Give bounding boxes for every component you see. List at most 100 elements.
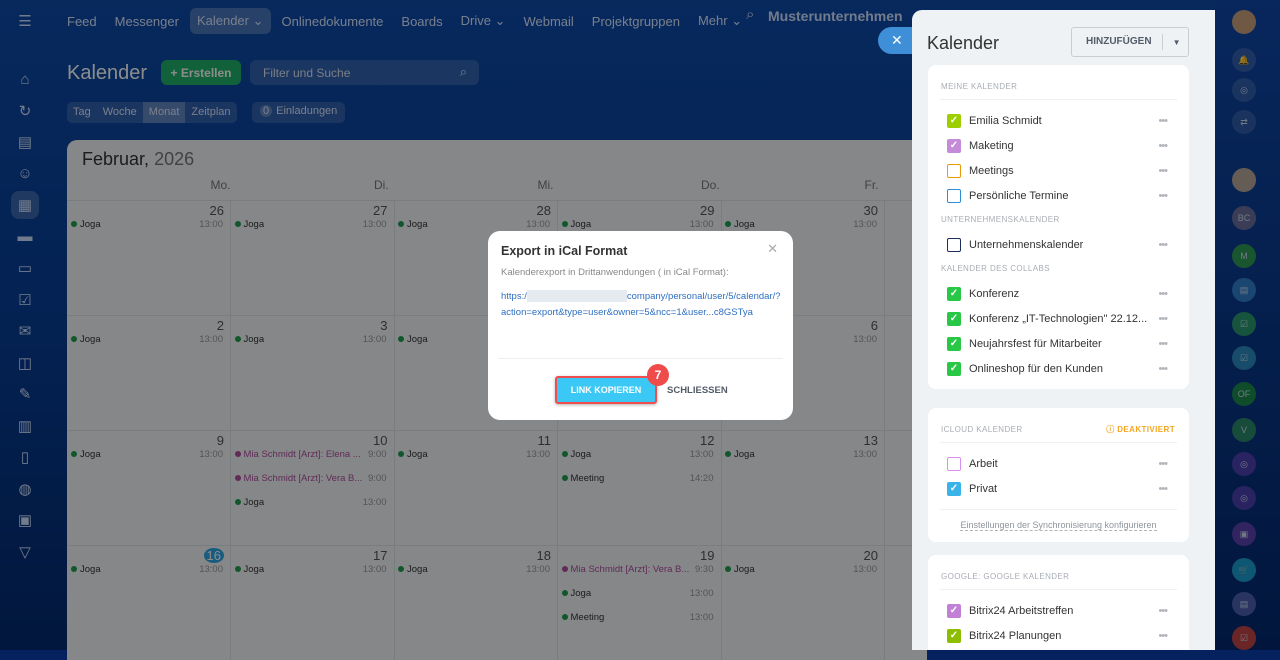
menu-icon[interactable]: ☰ xyxy=(11,7,39,35)
chat-doc-icon[interactable]: ▣ xyxy=(1232,522,1256,546)
day-cell[interactable]: 3 Joga 13:00 xyxy=(230,315,395,430)
more-options-icon[interactable]: ••• xyxy=(1158,483,1168,495)
chat-task3-icon[interactable]: ☑ xyxy=(1232,626,1256,650)
calendar-item[interactable]: ✓ Konferenz ••• xyxy=(928,281,1189,306)
tab-month[interactable]: Monat xyxy=(142,102,186,123)
calendar-checkbox[interactable]: ✓ xyxy=(947,603,961,618)
more-options-icon[interactable]: ••• xyxy=(1158,239,1168,251)
event-item[interactable]: Joga 13:00 xyxy=(561,219,714,230)
calendar-checkbox[interactable] xyxy=(947,188,961,203)
chat-card2-icon[interactable]: ▤ xyxy=(1232,592,1256,616)
event-item[interactable]: Joga 13:00 xyxy=(234,334,387,345)
search-icon[interactable]: ⌕ xyxy=(746,6,754,23)
calendar-item[interactable]: ✓ Privat ••• xyxy=(928,476,1189,501)
calendar-checkbox[interactable]: ✓ xyxy=(947,113,961,128)
chat-copilot2-icon[interactable]: ◎ xyxy=(1232,486,1256,510)
calendar-item[interactable]: ✓ Bitrix24 Planungen ••• xyxy=(928,623,1189,648)
home-icon[interactable]: ⌂ xyxy=(11,65,39,93)
calendar-item[interactable]: ✓ Emilia Schmidt ••• xyxy=(928,108,1189,133)
tab-schedule[interactable]: Zeitplan xyxy=(185,102,236,123)
more-options-icon[interactable]: ••• xyxy=(1158,288,1168,300)
calendar-checkbox[interactable]: ✓ xyxy=(947,481,961,496)
company-name[interactable]: Musterunternehmen xyxy=(768,8,903,24)
filter-search-input[interactable]: Filter und Suche ⌕ xyxy=(250,60,479,85)
sync-settings-link[interactable]: Einstellungen der Synchronisierung konfi… xyxy=(960,520,1157,531)
event-item[interactable]: Joga 13:00 xyxy=(71,334,223,345)
chat-task-icon[interactable]: ☑ xyxy=(1232,312,1256,336)
calendar-item[interactable]: ✓ Bitrix24 Arbeitstreffen ••• xyxy=(928,598,1189,623)
contacts-icon[interactable]: ☺ xyxy=(11,160,39,188)
more-options-icon[interactable]: ••• xyxy=(1158,458,1168,470)
calendar-item[interactable]: ✓ Maketing ••• xyxy=(928,133,1189,158)
more-options-icon[interactable]: ••• xyxy=(1158,313,1168,325)
store-icon[interactable]: ▥ xyxy=(11,412,39,440)
event-item[interactable]: Joga 13:00 xyxy=(725,564,877,575)
more-options-icon[interactable]: ••• xyxy=(1158,363,1168,375)
calendar-item[interactable]: Unternehmenskalender ••• xyxy=(928,232,1189,257)
event-item[interactable]: Meeting 13:00 xyxy=(561,612,714,623)
event-item[interactable]: Joga 13:00 xyxy=(398,564,550,575)
chat-copilot-icon[interactable]: ◎ xyxy=(1232,452,1256,476)
copilot-icon[interactable]: ◎ xyxy=(1232,78,1256,102)
nav-item[interactable]: Boards xyxy=(394,9,449,34)
event-item[interactable]: Mia Schmidt [Arzt]: Elena ... 9:00 xyxy=(234,449,387,460)
status-deactivated[interactable]: ⓘ DEAKTIVIERT xyxy=(1106,418,1175,442)
add-calendar-button[interactable]: HINZUFÜGEN ▼ xyxy=(1071,27,1189,57)
event-item[interactable]: Joga 13:00 xyxy=(234,219,387,230)
calendar-checkbox[interactable]: ✓ xyxy=(947,628,961,643)
ical-url-link[interactable]: https:/company/personal/user/5/calendar/… xyxy=(501,289,783,321)
nav-item[interactable]: Feed xyxy=(60,9,104,34)
day-cell[interactable]: 2 Joga 13:00 xyxy=(67,315,231,430)
chat-of[interactable]: OF xyxy=(1232,382,1256,406)
nav-item[interactable]: Drive ⌄ xyxy=(454,8,513,34)
nav-item[interactable]: Projektgruppen xyxy=(585,9,687,34)
board-icon[interactable]: ▭ xyxy=(11,254,39,282)
nav-item[interactable]: Webmail xyxy=(516,9,580,34)
event-item[interactable]: Mia Schmidt [Arzt]: Vera B... 9:00 xyxy=(234,473,387,484)
day-cell[interactable]: 27 Joga 13:00 xyxy=(230,200,395,315)
calendar-checkbox[interactable]: ✓ xyxy=(947,286,961,301)
event-item[interactable]: Joga 13:00 xyxy=(398,449,550,460)
day-cell[interactable]: 20 Joga 13:00 xyxy=(721,545,885,660)
calendar-item[interactable]: ✓ Onlineshop für den Kunden ••• xyxy=(928,356,1189,381)
event-item[interactable]: Joga 13:00 xyxy=(71,564,223,575)
day-cell[interactable]: 26 Joga 13:00 xyxy=(67,200,231,315)
calendar-checkbox[interactable] xyxy=(947,456,961,471)
nav-item[interactable]: Kalender ⌄ xyxy=(189,8,271,34)
event-item[interactable]: Joga 13:00 xyxy=(234,564,387,575)
calendar-checkbox[interactable]: ✓ xyxy=(947,336,961,351)
chat-icon[interactable]: ⇄ xyxy=(1232,110,1256,134)
nav-item[interactable]: Mehr ⌄ xyxy=(691,8,749,34)
close-button[interactable]: SCHLIESSEN xyxy=(667,385,728,396)
more-options-icon[interactable]: ••• xyxy=(1158,140,1168,152)
event-item[interactable]: Joga 13:00 xyxy=(71,449,223,460)
invitations-button[interactable]: 0 Einladungen xyxy=(252,102,346,123)
event-item[interactable]: Joga 13:00 xyxy=(561,449,714,460)
mail-icon[interactable]: ✉ xyxy=(11,317,39,345)
sites-icon[interactable]: ◍ xyxy=(11,475,39,503)
calendar-checkbox[interactable]: ✓ xyxy=(947,138,961,153)
more-options-icon[interactable]: ••• xyxy=(1158,115,1168,127)
calendar-icon[interactable]: ▦ xyxy=(11,191,39,219)
crm-icon[interactable]: ▬ xyxy=(11,223,39,251)
user-avatar[interactable] xyxy=(1232,168,1256,192)
chat-m[interactable]: M xyxy=(1232,244,1256,268)
more-options-icon[interactable]: ••• xyxy=(1158,165,1168,177)
day-cell[interactable]: 16 Joga 13:00 xyxy=(67,545,231,660)
activity-icon[interactable]: ↻ xyxy=(11,97,39,125)
day-cell[interactable]: 9 Joga 13:00 xyxy=(67,430,231,545)
create-button[interactable]: + Erstellen xyxy=(161,60,241,85)
tasks-icon[interactable]: ☑ xyxy=(11,286,39,314)
event-item[interactable]: Joga 13:00 xyxy=(71,219,223,230)
chevron-down-icon[interactable]: ▼ xyxy=(1163,38,1181,47)
docs-icon[interactable]: ▯ xyxy=(11,443,39,471)
calendar-checkbox[interactable] xyxy=(947,163,961,178)
nav-item[interactable]: Onlinedokumente xyxy=(275,9,391,34)
tab-week[interactable]: Woche xyxy=(97,102,143,123)
chat-card-icon[interactable]: ▤ xyxy=(1232,278,1256,302)
avatar[interactable] xyxy=(1232,10,1256,34)
event-item[interactable]: Joga 13:00 xyxy=(561,588,714,599)
inventory-icon[interactable]: ▣ xyxy=(11,506,39,534)
nav-item[interactable]: Messenger xyxy=(108,9,186,34)
chat-v[interactable]: V xyxy=(1232,418,1256,442)
